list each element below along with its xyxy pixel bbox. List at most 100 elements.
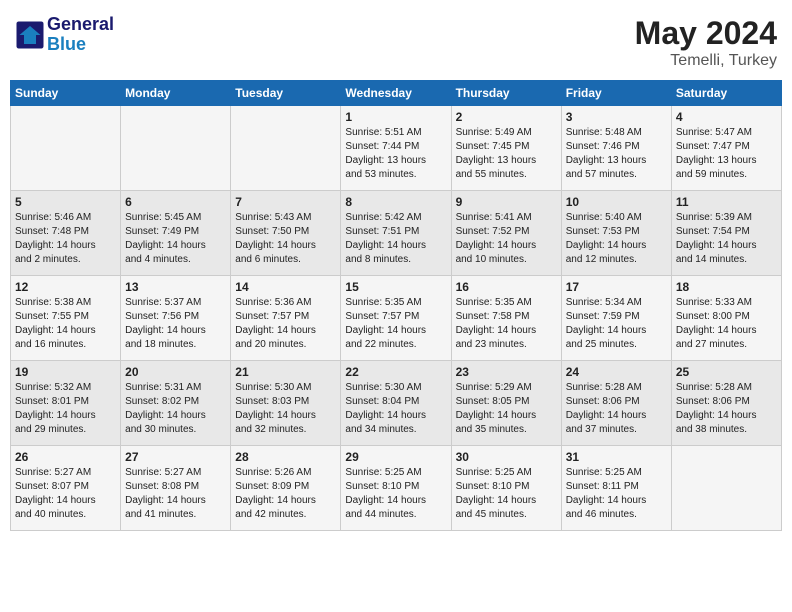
- calendar-week-2: 5 Sunrise: 5:46 AMSunset: 7:48 PMDaylight…: [11, 191, 782, 276]
- day-number: 20: [125, 365, 226, 379]
- day-number: 5: [15, 195, 116, 209]
- day-info: Sunrise: 5:30 AMSunset: 8:04 PMDaylight:…: [345, 381, 446, 437]
- logo: GeneralBlue: [15, 15, 114, 55]
- day-info: Sunrise: 5:46 AMSunset: 7:48 PMDaylight:…: [15, 211, 116, 267]
- calendar-cell: 14 Sunrise: 5:36 AMSunset: 7:57 PMDayligh…: [231, 276, 341, 361]
- calendar-location: Temelli, Turkey: [635, 52, 777, 70]
- calendar-cell: 6 Sunrise: 5:45 AMSunset: 7:49 PMDaylight…: [121, 191, 231, 276]
- day-number: 24: [566, 365, 667, 379]
- day-info: Sunrise: 5:43 AMSunset: 7:50 PMDaylight:…: [235, 211, 336, 267]
- day-info: Sunrise: 5:39 AMSunset: 7:54 PMDaylight:…: [676, 211, 777, 267]
- day-info: Sunrise: 5:51 AMSunset: 7:44 PMDaylight:…: [345, 126, 446, 182]
- day-number: 27: [125, 450, 226, 464]
- day-number: 15: [345, 280, 446, 294]
- calendar-cell: 1Sunrise: 5:51 AMSunset: 7:44 PMDaylight…: [341, 106, 451, 191]
- calendar-cell: 23Sunrise: 5:29 AMSunset: 8:05 PMDayligh…: [451, 361, 561, 446]
- day-number: 23: [456, 365, 557, 379]
- calendar-cell: 19 Sunrise: 5:32 AMSunset: 8:01 PMDayligh…: [11, 361, 121, 446]
- calendar-cell: 21 Sunrise: 5:30 AMSunset: 8:03 PMDayligh…: [231, 361, 341, 446]
- day-info: Sunrise: 5:36 AMSunset: 7:57 PMDaylight:…: [235, 296, 336, 352]
- calendar-cell: 4Sunrise: 5:47 AMSunset: 7:47 PMDaylight…: [671, 106, 781, 191]
- day-info: Sunrise: 5:25 AMSunset: 8:10 PMDaylight:…: [456, 466, 557, 522]
- calendar-cell: 11 Sunrise: 5:39 AMSunset: 7:54 PMDayligh…: [671, 191, 781, 276]
- day-number: 9: [456, 195, 557, 209]
- day-info: Sunrise: 5:41 AMSunset: 7:52 PMDaylight:…: [456, 211, 557, 267]
- calendar-week-3: 12 Sunrise: 5:38 AMSunset: 7:55 PMDayligh…: [11, 276, 782, 361]
- day-number: 10: [566, 195, 667, 209]
- day-number: 3: [566, 110, 667, 124]
- calendar-cell: 12 Sunrise: 5:38 AMSunset: 7:55 PMDayligh…: [11, 276, 121, 361]
- weekday-header-monday: Monday: [121, 81, 231, 106]
- calendar-cell: 9 Sunrise: 5:41 AMSunset: 7:52 PMDaylight…: [451, 191, 561, 276]
- day-info: Sunrise: 5:49 AMSunset: 7:45 PMDaylight:…: [456, 126, 557, 182]
- day-info: Sunrise: 5:25 AMSunset: 8:10 PMDaylight:…: [345, 466, 446, 522]
- calendar-cell: [121, 106, 231, 191]
- day-number: 30: [456, 450, 557, 464]
- calendar-cell: 29Sunrise: 5:25 AMSunset: 8:10 PMDayligh…: [341, 446, 451, 531]
- day-info: Sunrise: 5:32 AMSunset: 8:01 PMDaylight:…: [15, 381, 116, 437]
- weekday-header-row: SundayMondayTuesdayWednesdayThursdayFrid…: [11, 81, 782, 106]
- day-number: 6: [125, 195, 226, 209]
- day-info: Sunrise: 5:28 AMSunset: 8:06 PMDaylight:…: [566, 381, 667, 437]
- calendar-cell: 8 Sunrise: 5:42 AMSunset: 7:51 PMDaylight…: [341, 191, 451, 276]
- weekday-header-tuesday: Tuesday: [231, 81, 341, 106]
- day-info: Sunrise: 5:31 AMSunset: 8:02 PMDaylight:…: [125, 381, 226, 437]
- day-info: Sunrise: 5:33 AMSunset: 8:00 PMDaylight:…: [676, 296, 777, 352]
- day-info: Sunrise: 5:28 AMSunset: 8:06 PMDaylight:…: [676, 381, 777, 437]
- day-number: 7: [235, 195, 336, 209]
- day-number: 14: [235, 280, 336, 294]
- day-number: 13: [125, 280, 226, 294]
- day-info: Sunrise: 5:34 AMSunset: 7:59 PMDaylight:…: [566, 296, 667, 352]
- day-number: 26: [15, 450, 116, 464]
- calendar-table: SundayMondayTuesdayWednesdayThursdayFrid…: [10, 80, 782, 531]
- calendar-cell: 24 Sunrise: 5:28 AMSunset: 8:06 PMDayligh…: [561, 361, 671, 446]
- weekday-header-saturday: Saturday: [671, 81, 781, 106]
- day-number: 11: [676, 195, 777, 209]
- calendar-title: May 2024: [635, 15, 777, 52]
- calendar-cell: 17Sunrise: 5:34 AMSunset: 7:59 PMDayligh…: [561, 276, 671, 361]
- day-number: 28: [235, 450, 336, 464]
- day-info: Sunrise: 5:37 AMSunset: 7:56 PMDaylight:…: [125, 296, 226, 352]
- day-number: 25: [676, 365, 777, 379]
- calendar-cell: 25 Sunrise: 5:28 AMSunset: 8:06 PMDayligh…: [671, 361, 781, 446]
- day-info: Sunrise: 5:35 AMSunset: 7:57 PMDaylight:…: [345, 296, 446, 352]
- calendar-cell: [671, 446, 781, 531]
- page-header: GeneralBlue May 2024 Temelli, Turkey: [10, 10, 782, 70]
- day-info: Sunrise: 5:40 AMSunset: 7:53 PMDaylight:…: [566, 211, 667, 267]
- calendar-cell: 22Sunrise: 5:30 AMSunset: 8:04 PMDayligh…: [341, 361, 451, 446]
- day-info: Sunrise: 5:27 AMSunset: 8:08 PMDaylight:…: [125, 466, 226, 522]
- day-info: Sunrise: 5:45 AMSunset: 7:49 PMDaylight:…: [125, 211, 226, 267]
- day-info: Sunrise: 5:48 AMSunset: 7:46 PMDaylight:…: [566, 126, 667, 182]
- calendar-cell: 15 Sunrise: 5:35 AMSunset: 7:57 PMDayligh…: [341, 276, 451, 361]
- calendar-cell: 30 Sunrise: 5:25 AMSunset: 8:10 PMDayligh…: [451, 446, 561, 531]
- calendar-cell: 20 Sunrise: 5:31 AMSunset: 8:02 PMDayligh…: [121, 361, 231, 446]
- day-number: 21: [235, 365, 336, 379]
- calendar-week-1: 1Sunrise: 5:51 AMSunset: 7:44 PMDaylight…: [11, 106, 782, 191]
- day-info: Sunrise: 5:26 AMSunset: 8:09 PMDaylight:…: [235, 466, 336, 522]
- day-info: Sunrise: 5:25 AMSunset: 8:11 PMDaylight:…: [566, 466, 667, 522]
- logo-icon: [15, 20, 45, 50]
- day-number: 31: [566, 450, 667, 464]
- day-info: Sunrise: 5:30 AMSunset: 8:03 PMDaylight:…: [235, 381, 336, 437]
- calendar-cell: [11, 106, 121, 191]
- calendar-cell: 26 Sunrise: 5:27 AMSunset: 8:07 PMDayligh…: [11, 446, 121, 531]
- calendar-cell: 13 Sunrise: 5:37 AMSunset: 7:56 PMDayligh…: [121, 276, 231, 361]
- day-number: 19: [15, 365, 116, 379]
- day-info: Sunrise: 5:38 AMSunset: 7:55 PMDaylight:…: [15, 296, 116, 352]
- day-info: Sunrise: 5:27 AMSunset: 8:07 PMDaylight:…: [15, 466, 116, 522]
- day-info: Sunrise: 5:42 AMSunset: 7:51 PMDaylight:…: [345, 211, 446, 267]
- day-info: Sunrise: 5:35 AMSunset: 7:58 PMDaylight:…: [456, 296, 557, 352]
- day-number: 16: [456, 280, 557, 294]
- calendar-cell: 28 Sunrise: 5:26 AMSunset: 8:09 PMDayligh…: [231, 446, 341, 531]
- logo-text: GeneralBlue: [47, 15, 114, 55]
- day-number: 8: [345, 195, 446, 209]
- day-number: 12: [15, 280, 116, 294]
- calendar-cell: 3 Sunrise: 5:48 AMSunset: 7:46 PMDaylight…: [561, 106, 671, 191]
- weekday-header-wednesday: Wednesday: [341, 81, 451, 106]
- day-info: Sunrise: 5:47 AMSunset: 7:47 PMDaylight:…: [676, 126, 777, 182]
- calendar-cell: 5 Sunrise: 5:46 AMSunset: 7:48 PMDaylight…: [11, 191, 121, 276]
- title-block: May 2024 Temelli, Turkey: [635, 15, 777, 70]
- day-number: 2: [456, 110, 557, 124]
- weekday-header-friday: Friday: [561, 81, 671, 106]
- calendar-week-4: 19 Sunrise: 5:32 AMSunset: 8:01 PMDayligh…: [11, 361, 782, 446]
